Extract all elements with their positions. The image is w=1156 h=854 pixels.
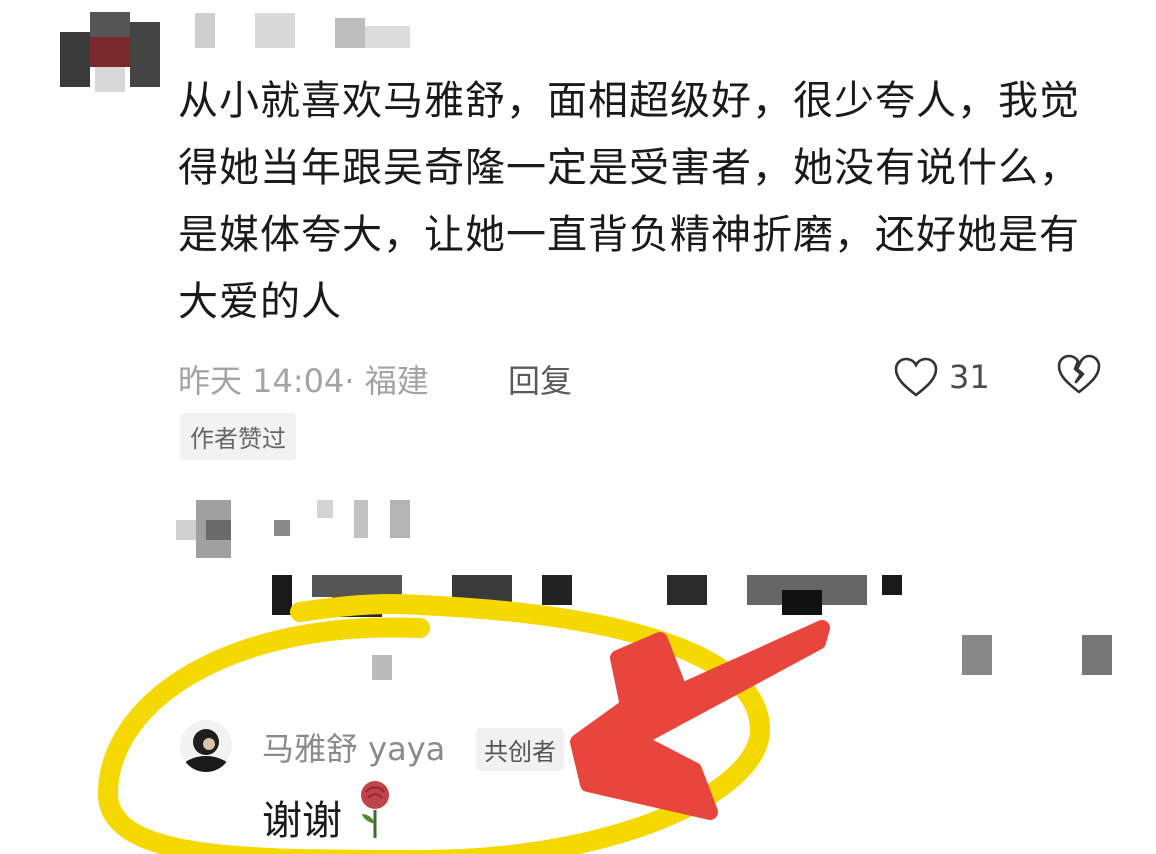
- like-count: 31: [949, 358, 990, 396]
- cocreator-badge: 共创者: [476, 728, 564, 771]
- heart-outline-icon: [894, 357, 938, 397]
- reply-avatar-redacted[interactable]: [176, 500, 236, 560]
- comment-time-location: 昨天 14:04· 福建: [178, 362, 429, 400]
- rose-icon: [361, 781, 389, 838]
- author-avatar[interactable]: [180, 720, 232, 772]
- comment-body: 从小就喜欢马雅舒，面相超级好，很少夸人，我觉得她当年跟吴奇隆一定是受害者，她没有…: [178, 78, 1080, 325]
- commenter-avatar-redacted[interactable]: [60, 12, 160, 92]
- reply-button[interactable]: 回复: [508, 356, 572, 402]
- like-button[interactable]: 31: [893, 352, 990, 402]
- author-liked-badge: 作者赞过: [180, 413, 296, 460]
- author-name[interactable]: 马雅舒 yaya: [262, 724, 445, 770]
- commenter-name-redacted[interactable]: [195, 8, 415, 50]
- dislike-button[interactable]: [1056, 352, 1106, 402]
- reply-username-redacted[interactable]: [272, 500, 422, 540]
- avatar-image: [180, 720, 232, 772]
- comment-screen: 从小就喜欢马雅舒，面相超级好，很少夸人，我觉得她当年跟吴奇隆一定是受害者，她没有…: [0, 0, 1156, 854]
- comment-meta-row: 昨天 14:04· 福建 回复 31: [178, 352, 1118, 402]
- broken-heart-icon: [1057, 354, 1101, 394]
- author-reply-text: 谢谢: [262, 798, 342, 844]
- reply-text-redacted: [272, 575, 1132, 685]
